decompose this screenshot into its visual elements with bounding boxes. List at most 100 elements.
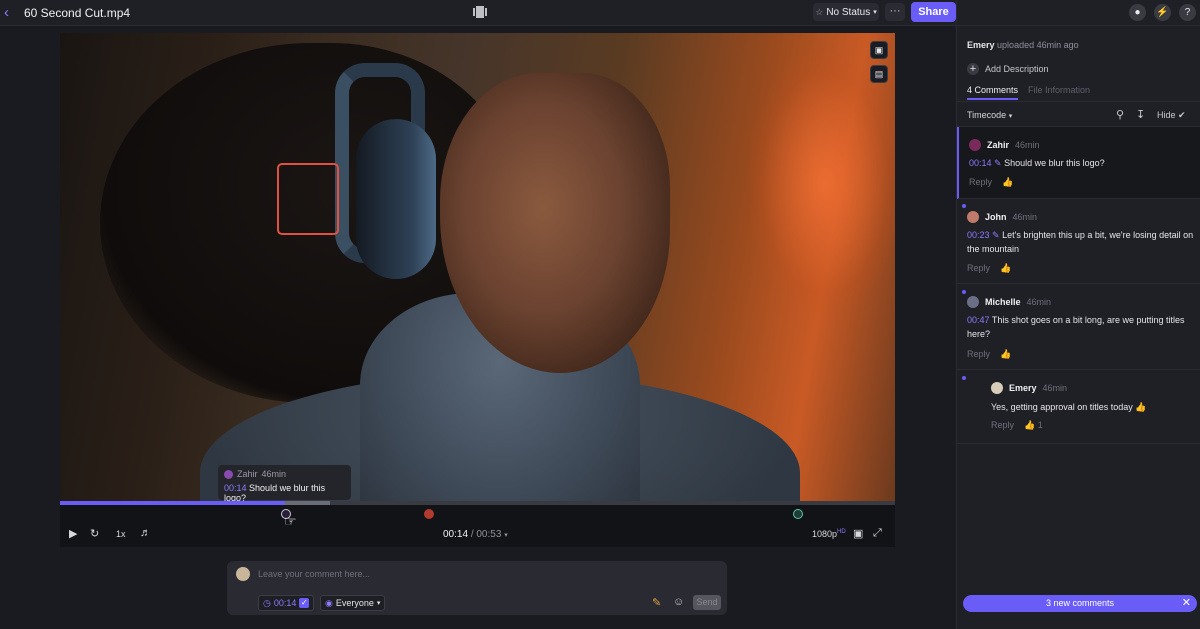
audience-dropdown[interactable]: ◉ Everyone ▾: [320, 595, 386, 611]
sort-dropdown[interactable]: Timecode ▾: [967, 110, 1012, 120]
annotation-rectangle[interactable]: [277, 163, 339, 235]
user-icon[interactable]: ●: [1129, 4, 1146, 21]
audience-label: Everyone: [335, 598, 374, 608]
comment-marker-michelle[interactable]: [793, 509, 803, 519]
check-circle-icon: ✔: [1178, 110, 1186, 120]
new-comments-banner[interactable]: 3 new comments ✕: [963, 595, 1197, 612]
comment-text: Let's brighten this up a bit, we're losi…: [967, 230, 1194, 254]
status-icon: ☆: [815, 6, 824, 17]
reply-button[interactable]: Reply: [991, 420, 1014, 431]
speed-button[interactable]: 1x: [116, 529, 126, 539]
quality-label: 1080p: [812, 529, 838, 539]
help-icon[interactable]: ?: [1179, 4, 1196, 21]
comment-input[interactable]: Leave your comment here...: [258, 569, 370, 579]
layout-toggle-icon[interactable]: [471, 5, 489, 19]
comment-item[interactable]: Zahir 46min 00:14 ✎ Should we blur this …: [957, 127, 1200, 199]
comment-timecode[interactable]: 00:23: [967, 230, 990, 240]
draw-icon: ✎: [994, 158, 1002, 168]
status-dropdown[interactable]: ☆ No Status ▾: [813, 3, 879, 21]
fit-icon[interactable]: ▣: [853, 527, 863, 540]
draw-icon: ✎: [992, 230, 1000, 240]
uploader-meta: uploaded 46min ago: [997, 40, 1079, 50]
add-description-label: Add Description: [985, 64, 1049, 74]
draw-icon[interactable]: ✎: [652, 596, 661, 609]
comment-age: 46min: [1042, 383, 1068, 393]
loop-icon[interactable]: ↻: [90, 527, 99, 540]
reply-item[interactable]: Emery 46min Yes, getting approval on tit…: [957, 370, 1200, 444]
avatar: [967, 296, 979, 308]
chevron-down-icon: ▾: [504, 532, 508, 539]
hd-badge: HD: [837, 529, 846, 535]
timecode-toggle[interactable]: ◷ 00:14 ✓: [258, 595, 315, 611]
lamp-glow: [750, 53, 895, 313]
add-description-button[interactable]: + Add Description: [967, 63, 1049, 75]
frame-image-icon[interactable]: ▤: [870, 65, 888, 83]
audience-icon: ◉: [325, 597, 333, 608]
comment-author: Emery: [1009, 383, 1037, 393]
comment-text: Yes, getting approval on titles today 👍: [991, 402, 1147, 412]
avatar: [969, 139, 981, 151]
comments-panel: Emery uploaded 46min ago + Add Descripti…: [956, 26, 1200, 629]
reply-button[interactable]: Reply: [969, 177, 992, 188]
close-icon[interactable]: ✕: [1182, 595, 1191, 612]
chevron-down-icon: ▾: [376, 600, 381, 607]
comment-composer: Leave your comment here... ◷ 00:14 ✓ ◉ E…: [227, 561, 727, 615]
time-display[interactable]: 00:14 / 00:53 ▾: [443, 529, 508, 540]
download-icon[interactable]: ↧: [1136, 108, 1145, 121]
back-chevron-icon[interactable]: ‹: [4, 4, 9, 21]
reply-button[interactable]: Reply: [967, 263, 990, 274]
comment-author: Zahir: [987, 140, 1010, 150]
quality-selector[interactable]: 1080pHD: [812, 529, 846, 539]
panel-top-bar: ● ⚡ ?: [956, 0, 1200, 26]
comment-text: Should we blur this logo?: [1004, 158, 1105, 168]
avatar: [224, 469, 233, 479]
thumbs-up-icon[interactable]: 👍: [1002, 177, 1013, 188]
avatar: [967, 211, 979, 223]
tab-file-information[interactable]: File Information: [1028, 85, 1090, 100]
comment-item[interactable]: Michelle 46min 00:47 This shot goes on a…: [957, 284, 1200, 370]
duration: / 00:53: [470, 529, 502, 540]
comment-author: Michelle: [985, 297, 1021, 307]
hide-label: Hide: [1157, 110, 1176, 120]
like-button[interactable]: 👍 1: [1024, 420, 1043, 431]
comment-age: 46min: [1026, 297, 1052, 307]
comment-age: 46min: [1012, 212, 1038, 222]
sort-label: Timecode: [967, 110, 1007, 120]
tooltip-age: 46min: [261, 469, 287, 479]
hide-resolved-toggle[interactable]: Hide ✔: [1157, 110, 1186, 121]
comment-marker-john[interactable]: [424, 509, 434, 519]
avatar: [236, 567, 250, 581]
search-icon[interactable]: ⚲: [1116, 108, 1124, 121]
tooltip-timecode: 00:14: [224, 483, 247, 493]
bolt-icon[interactable]: ⚡: [1154, 4, 1171, 21]
reply-button[interactable]: Reply: [967, 349, 990, 360]
send-button[interactable]: Send: [693, 595, 721, 610]
progress-bar[interactable]: [60, 501, 895, 505]
checkbox-icon[interactable]: ✓: [299, 598, 310, 608]
tooltip-author: Zahir: [237, 469, 258, 479]
share-button[interactable]: Share: [911, 2, 956, 22]
player-controls: ▶ ↻ 1x ♬ 00:14 / 00:53 ▾ 1080pHD ▣ ⤢: [60, 523, 895, 547]
plus-icon: +: [967, 63, 979, 75]
fullscreen-icon[interactable]: ⤢: [873, 527, 882, 540]
progress-fill: [60, 501, 285, 505]
comment-timecode[interactable]: 00:14: [969, 158, 992, 168]
tab-comments[interactable]: 4 Comments: [967, 85, 1019, 100]
video-frame[interactable]: ▣ ▤ Zahir 46min 00:14 Should we blur thi…: [60, 33, 895, 501]
comment-timecode[interactable]: 00:47: [967, 315, 990, 325]
thumbs-up-icon[interactable]: 👍: [1000, 263, 1011, 274]
thumbs-up-icon[interactable]: 👍: [1000, 349, 1011, 360]
comment-item[interactable]: John 46min 00:23 ✎ Let's brighten this u…: [957, 199, 1200, 284]
comment-tooltip: Zahir 46min 00:14 Should we blur this lo…: [218, 465, 351, 501]
play-icon[interactable]: ▶: [69, 527, 77, 540]
emoji-icon[interactable]: ☺: [673, 596, 684, 608]
unread-dot: [962, 204, 966, 208]
avatar: [991, 382, 1003, 394]
comment-download-icon[interactable]: ▣: [870, 41, 888, 59]
file-title: 60 Second Cut.mp4: [24, 6, 131, 20]
more-options-button[interactable]: ···: [885, 3, 905, 21]
clock-icon: ◷: [263, 597, 271, 608]
comment-author: John: [985, 212, 1007, 222]
volume-icon[interactable]: ♬: [140, 527, 151, 539]
top-bar: ‹ 60 Second Cut.mp4 ☆ No Status ▾ ··· Sh…: [0, 0, 956, 26]
